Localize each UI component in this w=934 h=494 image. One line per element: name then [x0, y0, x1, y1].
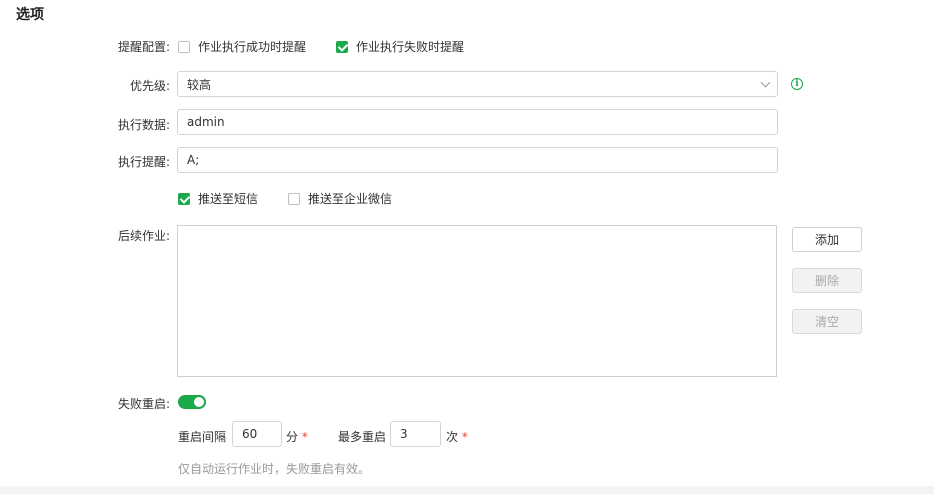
exec-reminder-label: 执行提醒:	[117, 155, 170, 169]
max-restart-value: 3	[400, 427, 408, 441]
failure-restart-hint: 仅自动运行作业时，失败重启有效。	[178, 462, 371, 476]
push-wecom-label: 推送至企业微信	[308, 192, 393, 206]
push-sms-label: 推送至短信	[198, 192, 259, 206]
exec-reminder-value: A;	[187, 153, 200, 167]
section-title: 选项	[16, 7, 44, 23]
exec-data-value: admin	[187, 115, 225, 129]
push-sms-checkbox[interactable]: 推送至短信	[178, 190, 258, 207]
checkbox-checked-icon[interactable]	[178, 192, 190, 205]
failure-restart-label: 失败重启:	[117, 397, 170, 411]
follow-up-list[interactable]	[177, 225, 777, 377]
max-restart-unit: 次 *	[446, 428, 468, 445]
delete-button[interactable]: 删除	[792, 268, 862, 293]
reminder-success-checkbox[interactable]: 作业执行成功时提醒	[178, 38, 306, 55]
add-button[interactable]: 添加	[792, 227, 862, 252]
restart-interval-unit: 分 *	[286, 428, 308, 445]
failure-restart-toggle[interactable]	[178, 395, 206, 409]
checkbox-checked-icon[interactable]	[336, 40, 348, 53]
restart-interval-value: 60	[242, 427, 258, 441]
interval-unit-text: 分	[286, 430, 299, 444]
required-mark: *	[461, 430, 468, 444]
exec-data-label: 执行数据:	[117, 118, 170, 132]
push-wecom-checkbox[interactable]: 推送至企业微信	[288, 190, 392, 207]
chevron-down-icon	[760, 77, 771, 88]
exec-reminder-input[interactable]: A;	[177, 147, 778, 173]
reminder-failure-label: 作业执行失败时提醒	[356, 40, 465, 54]
priority-value: 较高	[187, 77, 212, 92]
reminder-failure-checkbox[interactable]: 作业执行失败时提醒	[336, 38, 464, 55]
clear-button[interactable]: 清空	[792, 309, 862, 334]
priority-select[interactable]: 较高	[177, 71, 778, 97]
reminder-success-label: 作业执行成功时提醒	[198, 40, 307, 54]
follow-up-label: 后续作业:	[117, 229, 170, 243]
priority-label: 优先级:	[129, 79, 170, 93]
restart-interval-input[interactable]: 60	[232, 421, 282, 447]
footer-band	[0, 486, 934, 494]
max-restart-input[interactable]: 3	[390, 421, 441, 447]
required-mark: *	[301, 430, 308, 444]
checkbox-unchecked-icon[interactable]	[288, 192, 300, 205]
reminder-label: 提醒配置:	[117, 40, 170, 54]
info-circle-icon[interactable]: i	[791, 78, 803, 90]
max-unit-text: 次	[446, 430, 459, 444]
exec-data-input[interactable]: admin	[177, 109, 778, 135]
restart-interval-label: 重启间隔	[178, 430, 227, 444]
checkbox-unchecked-icon[interactable]	[178, 40, 190, 53]
max-restart-label: 最多重启	[338, 430, 387, 444]
